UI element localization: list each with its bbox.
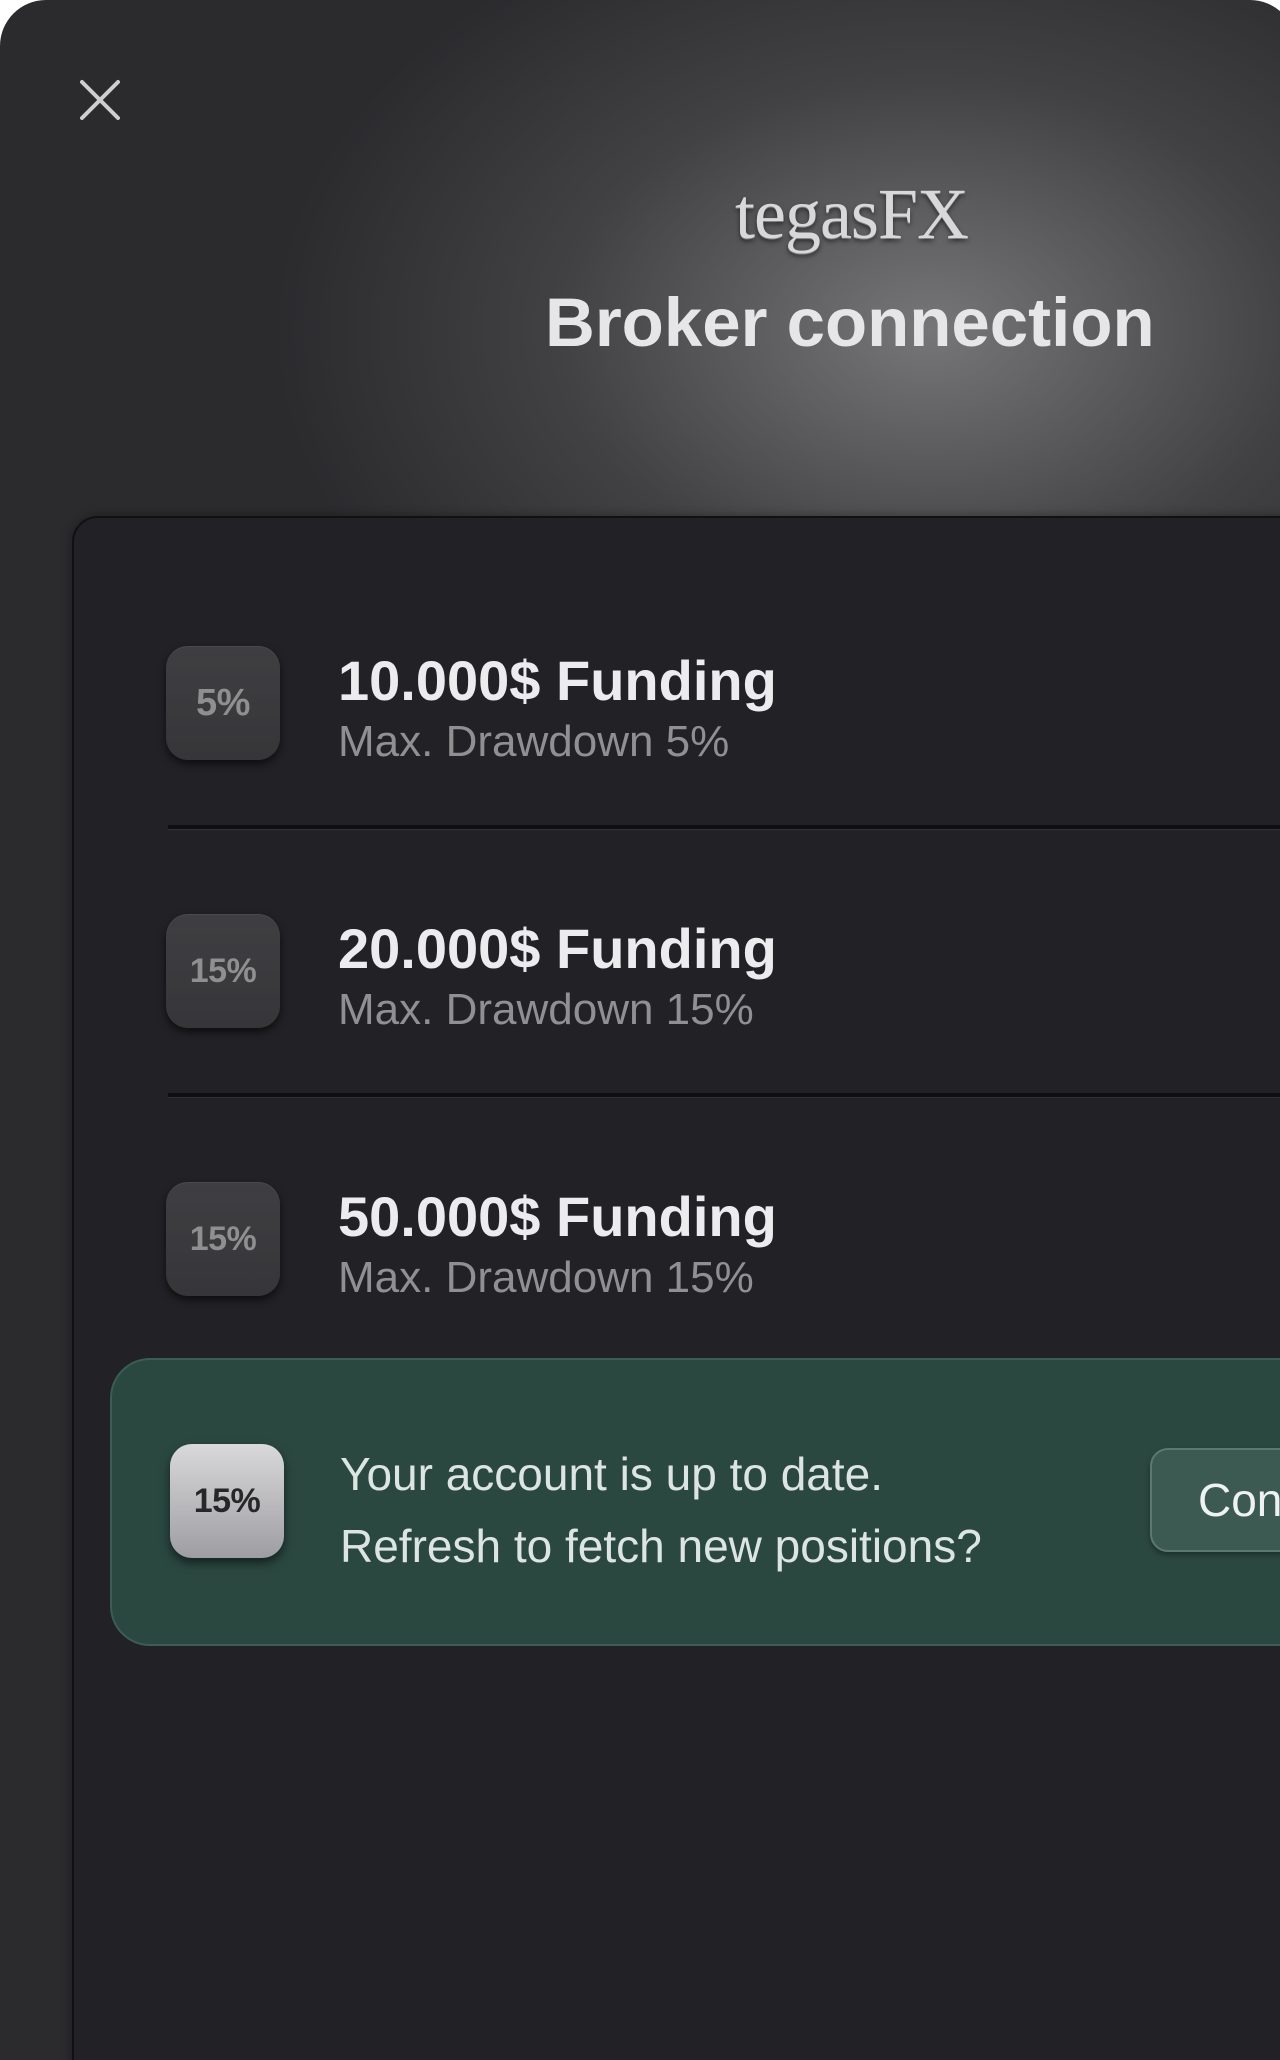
confirm-button[interactable]: Con: [1150, 1448, 1280, 1552]
plan-subtitle: Max. Drawdown 15%: [338, 1253, 754, 1302]
notice-line-2: Refresh to fetch new positions?: [340, 1520, 982, 1572]
plan-title: 50.000$ Funding: [338, 1185, 777, 1248]
drawdown-badge: 5%: [166, 646, 280, 760]
broker-connection-window: tegasFX Broker connection 5% 10.000$ Fun…: [0, 0, 1280, 2060]
brand-logo: tegasFX: [735, 174, 969, 254]
plan-title: 10.000$ Funding: [338, 649, 777, 712]
funding-plan-row[interactable]: 15% 50.000$ Funding Max. Drawdown 15%: [74, 1164, 1280, 1314]
notice-line-1: Your account is up to date.: [340, 1448, 884, 1500]
page-title: Broker connection: [545, 284, 1155, 361]
funding-plan-row[interactable]: 15% 20.000$ Funding Max. Drawdown 15%: [74, 896, 1280, 1046]
funding-plans-panel: 5% 10.000$ Funding Max. Drawdown 5% 15% …: [72, 516, 1280, 2060]
funding-plan-row[interactable]: 5% 10.000$ Funding Max. Drawdown 5%: [74, 628, 1280, 778]
update-notice: 15% Your account is up to date. Refresh …: [110, 1358, 1280, 1646]
plan-title: 20.000$ Funding: [338, 917, 777, 980]
close-icon: [80, 80, 120, 120]
notice-message: Your account is up to date. Refresh to f…: [340, 1438, 982, 1582]
drawdown-badge: 15%: [166, 1182, 280, 1296]
divider: [168, 1093, 1280, 1098]
plan-subtitle: Max. Drawdown 5%: [338, 717, 730, 766]
drawdown-badge: 15%: [166, 914, 280, 1028]
divider: [168, 825, 1280, 830]
plan-subtitle: Max. Drawdown 15%: [338, 985, 754, 1034]
drawdown-badge: 15%: [170, 1444, 284, 1558]
close-button[interactable]: [70, 70, 130, 130]
